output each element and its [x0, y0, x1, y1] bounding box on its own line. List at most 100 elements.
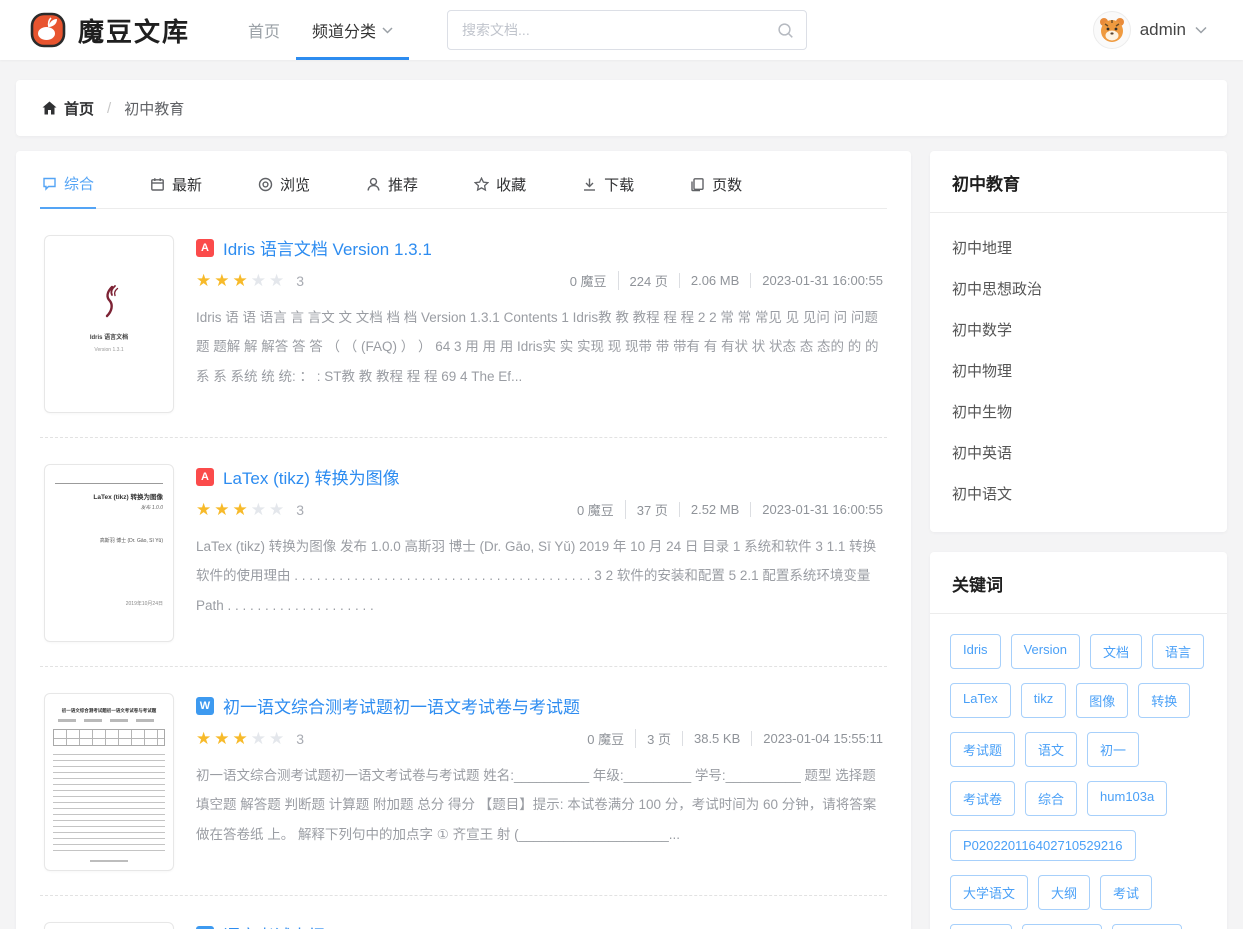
category-link[interactable]: 初中语文: [952, 473, 1205, 514]
doc-price: 0 魔豆: [587, 732, 625, 747]
category-link[interactable]: 初中思想政治: [952, 268, 1205, 309]
keyword-tag[interactable]: 大学语文: [950, 875, 1029, 910]
category-card: 初中教育 初中地理 初中思想政治 初中数学 初中物理 初中生物 初中英语 初中语…: [930, 151, 1227, 532]
keyword-tag[interactable]: 考试题: [950, 732, 1016, 767]
thumb-date: 2019年10月24日: [125, 601, 163, 607]
tab-downloads[interactable]: 下载: [580, 173, 636, 208]
keyword-tag[interactable]: 考试: [1100, 875, 1153, 910]
user-menu[interactable]: admin: [1092, 11, 1207, 49]
pdf-file-icon: A: [196, 467, 214, 486]
doc-size: 38.5 KB: [681, 731, 751, 746]
tab-latest[interactable]: 最新: [148, 173, 204, 208]
keyword-tag[interactable]: P020220116402710529216: [950, 830, 1136, 861]
sort-tabs: 综合 最新 浏览 推荐 收藏 下载 页数: [40, 151, 887, 209]
thumb-footer-line: [89, 860, 129, 862]
thumb-blank-lines: [57, 719, 161, 722]
nav-item-channels[interactable]: 频道分类: [296, 0, 410, 60]
word-file-icon: W: [196, 696, 214, 715]
keyword-tag[interactable]: Group: [950, 924, 1013, 929]
keyword-tag[interactable]: Overview: [1022, 924, 1103, 929]
keyword-tag[interactable]: 大纲: [1038, 875, 1091, 910]
document-thumbnail[interactable]: 初一语文综合测考试题初一语文考试卷与考试题: [44, 693, 174, 871]
keywords-card: 关键词 Idris Version 文档 语言 LaTex tikz 图像 转换…: [930, 552, 1227, 929]
chevron-down-icon: [1195, 26, 1207, 34]
document-description: LaTex (tikz) 转换为图像 发布 1.0.0 高斯羽 博士 (Dr. …: [196, 539, 877, 613]
keyword-tag[interactable]: 语文: [1025, 732, 1078, 767]
document-item: W 语文考试大纲: [40, 896, 887, 929]
word-file-icon: W: [196, 925, 214, 929]
top-header: 魔豆文库 首页 频道分类 搜索文档... admin: [0, 0, 1243, 60]
thumb-author: 高斯羽 博士 (Dr. Gāo, Sī Yǔ): [99, 538, 163, 544]
document-title-link[interactable]: Idris 语言文档 Version 1.3.1: [223, 235, 432, 260]
search-icon[interactable]: [777, 22, 794, 39]
thumb-subtitle: 发布 1.0.0: [140, 505, 163, 511]
doc-time: 2023-01-31 16:00:55: [750, 502, 883, 517]
doc-price: 0 魔豆: [576, 503, 614, 518]
document-thumbnail[interactable]: LaTex (tikz) 转换为图像 发布 1.0.0 高斯羽 博士 (Dr. …: [44, 464, 174, 642]
doc-time: 2023-01-04 15:55:11: [751, 731, 883, 746]
keyword-tag[interactable]: 图像: [1076, 683, 1129, 718]
rating-value: 3: [296, 272, 305, 289]
doc-price: 0 魔豆: [569, 274, 607, 289]
keyword-tag[interactable]: LaTex: [950, 683, 1011, 718]
tab-recommend[interactable]: 推荐: [364, 173, 420, 208]
thumb-text-lines: [52, 754, 166, 856]
site-logo[interactable]: 魔豆文库: [28, 10, 190, 50]
tab-views[interactable]: 浏览: [256, 173, 312, 208]
keyword-tag[interactable]: 语言: [1151, 634, 1204, 669]
keyword-tag[interactable]: Alibaba: [1112, 924, 1182, 929]
category-list: 初中地理 初中思想政治 初中数学 初中物理 初中生物 初中英语 初中语文: [930, 213, 1227, 532]
nav-item-home[interactable]: 首页: [232, 0, 296, 60]
chevron-down-icon: [382, 26, 393, 34]
rating-value: 3: [296, 501, 305, 518]
category-link[interactable]: 初中生物: [952, 391, 1205, 432]
search-input[interactable]: [462, 22, 778, 38]
document-meta: 0 魔豆 37 页 2.52 MB 2023-01-31 16:00:55: [566, 500, 883, 519]
keyword-tag[interactable]: hum103a: [1087, 781, 1168, 816]
keyword-tag[interactable]: 转换: [1138, 683, 1191, 718]
keyword-tag-list: Idris Version 文档 语言 LaTex tikz 图像 转换 考试题: [930, 614, 1227, 929]
keyword-tag[interactable]: Idris: [950, 634, 1001, 669]
main-nav: 首页 频道分类: [232, 0, 410, 60]
doc-size: 2.06 MB: [678, 273, 750, 288]
document-title-link[interactable]: 初一语文综合测考试题初一语文考试卷与考试题: [223, 693, 580, 718]
tab-pages[interactable]: 页数: [688, 173, 744, 208]
brand-name: 魔豆文库: [78, 16, 191, 47]
rating-value: 3: [296, 730, 305, 747]
username: admin: [1139, 20, 1186, 39]
thumb-title: LaTex (tikz) 转换为图像: [93, 494, 163, 501]
document-title-link[interactable]: 语文考试大纲: [223, 922, 325, 929]
tab-favorites[interactable]: 收藏: [472, 173, 528, 208]
pdf-file-icon: A: [196, 238, 214, 257]
doc-size: 2.52 MB: [678, 502, 750, 517]
category-link[interactable]: 初中地理: [952, 227, 1205, 268]
document-item: LaTex (tikz) 转换为图像 发布 1.0.0 高斯羽 博士 (Dr. …: [40, 438, 887, 667]
keyword-tag[interactable]: Version: [1010, 634, 1080, 669]
category-link[interactable]: 初中物理: [952, 350, 1205, 391]
tab-composite[interactable]: 综合: [40, 173, 97, 209]
home-icon: [42, 101, 57, 115]
document-description: Idris 语 语 语言 言 言文 文 文档 档 档 Version 1.3.1…: [196, 310, 879, 384]
document-item: Idris 语言文档 Version 1.3.1 A Idris 语言文档 Ve…: [40, 209, 887, 438]
keyword-tag[interactable]: 文档: [1089, 634, 1142, 669]
document-title-link[interactable]: LaTex (tikz) 转换为图像: [223, 464, 400, 489]
doc-time: 2023-01-31 16:00:55: [750, 273, 883, 288]
document-meta: 0 魔豆 224 页 2.06 MB 2023-01-31 16:00:55: [559, 271, 883, 290]
document-thumbnail[interactable]: Idris 语言文档 Version 1.3.1: [44, 235, 174, 413]
document-thumbnail[interactable]: [44, 922, 174, 929]
keyword-tag[interactable]: tikz: [1020, 683, 1067, 718]
thumb-title: Idris 语言文档: [89, 335, 129, 341]
keyword-tag[interactable]: 初一: [1087, 732, 1140, 767]
avatar: [1092, 11, 1131, 49]
category-card-title: 初中教育: [930, 151, 1227, 213]
breadcrumb-home-link[interactable]: 首页: [42, 98, 94, 119]
star-rating: ★★★★★: [196, 271, 288, 290]
star-rating: ★★★★★: [196, 729, 288, 748]
doc-pages: 37 页: [624, 500, 679, 519]
keyword-tag[interactable]: 综合: [1025, 781, 1078, 816]
document-item: 初一语文综合测考试题初一语文考试卷与考试题 W 初一语文综合测考试题初一语文考试…: [40, 667, 887, 896]
keyword-tag[interactable]: 考试卷: [950, 781, 1016, 816]
category-link[interactable]: 初中英语: [952, 432, 1205, 473]
category-link[interactable]: 初中数学: [952, 309, 1205, 350]
breadcrumb-separator: /: [107, 99, 112, 117]
